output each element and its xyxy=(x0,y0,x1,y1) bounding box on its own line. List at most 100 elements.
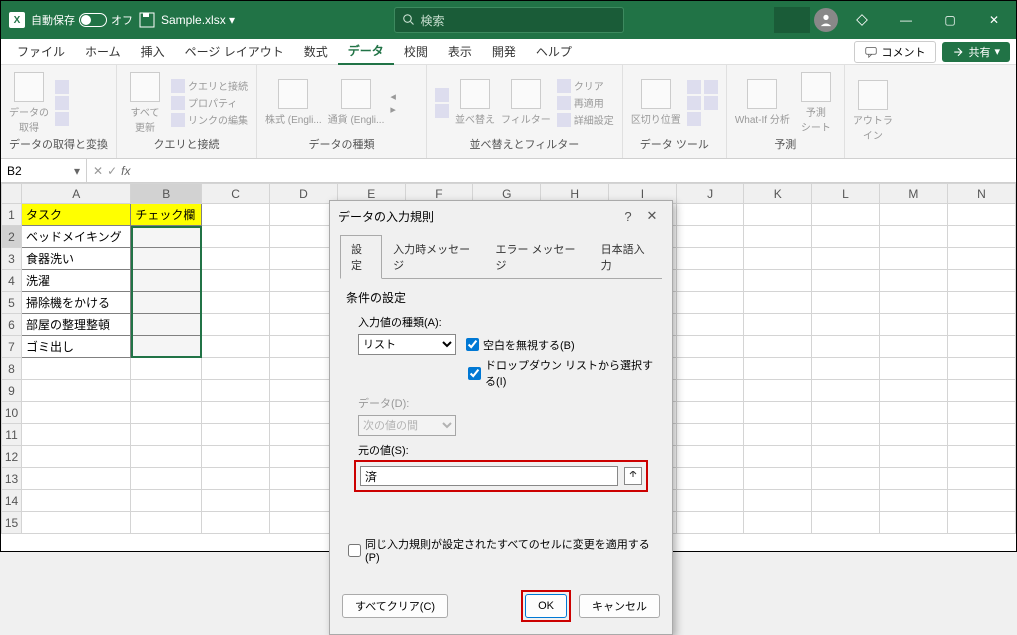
cell-D10[interactable] xyxy=(270,402,338,424)
cell-L4[interactable] xyxy=(812,270,880,292)
enter-fx-icon[interactable]: ✓ xyxy=(107,164,117,178)
column-header-L[interactable]: L xyxy=(812,184,880,204)
forecast-button[interactable]: 予測 シート xyxy=(796,72,836,134)
save-icon[interactable] xyxy=(139,12,155,28)
cell-C4[interactable] xyxy=(202,270,270,292)
cell-B2[interactable] xyxy=(131,226,202,248)
cell-C2[interactable] xyxy=(202,226,270,248)
column-header-N[interactable]: N xyxy=(947,184,1015,204)
cell-M15[interactable] xyxy=(879,512,947,534)
cell-A6[interactable]: 部屋の整理整頓 xyxy=(22,314,131,336)
ok-button[interactable]: OK xyxy=(525,594,567,618)
row-header-11[interactable]: 11 xyxy=(2,424,22,446)
cell-L7[interactable] xyxy=(812,336,880,358)
cell-B14[interactable] xyxy=(131,490,202,512)
edit-links[interactable]: リンクの編集 xyxy=(171,112,248,127)
row-header-3[interactable]: 3 xyxy=(2,248,22,270)
cell-C12[interactable] xyxy=(202,446,270,468)
row-header-9[interactable]: 9 xyxy=(2,380,22,402)
tab-insert[interactable]: 挿入 xyxy=(131,39,175,64)
cancel-fx-icon[interactable]: ✕ xyxy=(93,164,103,178)
cell-J7[interactable] xyxy=(676,336,744,358)
column-header-K[interactable]: K xyxy=(744,184,812,204)
cell-L2[interactable] xyxy=(812,226,880,248)
column-header-C[interactable]: C xyxy=(202,184,270,204)
cell-B7[interactable] xyxy=(131,336,202,358)
cell-J10[interactable] xyxy=(676,402,744,424)
ignore-blank-checkbox[interactable] xyxy=(466,338,479,351)
cell-D15[interactable] xyxy=(270,512,338,534)
cell-A4[interactable]: 洗濯 xyxy=(22,270,131,292)
cell-B1[interactable]: チェック欄 xyxy=(131,204,202,226)
cell-C11[interactable] xyxy=(202,424,270,446)
cell-B5[interactable] xyxy=(131,292,202,314)
cell-D6[interactable] xyxy=(270,314,338,336)
cell-C8[interactable] xyxy=(202,358,270,380)
cell-A14[interactable] xyxy=(22,490,131,512)
row-header-15[interactable]: 15 xyxy=(2,512,22,534)
row-header-1[interactable]: 1 xyxy=(2,204,22,226)
cell-L10[interactable] xyxy=(812,402,880,424)
tab-help[interactable]: ヘルプ xyxy=(526,39,582,64)
cell-K6[interactable] xyxy=(744,314,812,336)
cell-B11[interactable] xyxy=(131,424,202,446)
close-icon[interactable]: ✕ xyxy=(640,208,664,224)
cell-J14[interactable] xyxy=(676,490,744,512)
range-picker-icon[interactable] xyxy=(624,467,642,485)
cell-M3[interactable] xyxy=(879,248,947,270)
queries-connections[interactable]: クエリと接続 xyxy=(171,78,248,93)
cell-C13[interactable] xyxy=(202,468,270,490)
cell-B12[interactable] xyxy=(131,446,202,468)
cell-M7[interactable] xyxy=(879,336,947,358)
cell-J8[interactable] xyxy=(676,358,744,380)
cell-B13[interactable] xyxy=(131,468,202,490)
row-header-4[interactable]: 4 xyxy=(2,270,22,292)
in-cell-dropdown-checkbox[interactable] xyxy=(468,367,481,380)
account-block[interactable] xyxy=(774,7,810,33)
dialog-tab-settings[interactable]: 設定 xyxy=(340,235,382,279)
cell-K11[interactable] xyxy=(744,424,812,446)
cell-N2[interactable] xyxy=(947,226,1015,248)
cell-N3[interactable] xyxy=(947,248,1015,270)
cell-C9[interactable] xyxy=(202,380,270,402)
cell-K9[interactable] xyxy=(744,380,812,402)
tab-review[interactable]: 校閲 xyxy=(394,39,438,64)
cancel-button[interactable]: キャンセル xyxy=(579,594,660,618)
allow-select[interactable]: リスト xyxy=(358,334,456,355)
restore-button[interactable]: ▢ xyxy=(930,2,970,38)
cell-D4[interactable] xyxy=(270,270,338,292)
cell-K5[interactable] xyxy=(744,292,812,314)
cell-M2[interactable] xyxy=(879,226,947,248)
cell-K7[interactable] xyxy=(744,336,812,358)
cell-D12[interactable] xyxy=(270,446,338,468)
cell-N13[interactable] xyxy=(947,468,1015,490)
cell-A9[interactable] xyxy=(22,380,131,402)
cell-K15[interactable] xyxy=(744,512,812,534)
cell-B3[interactable] xyxy=(131,248,202,270)
cell-K8[interactable] xyxy=(744,358,812,380)
cell-M6[interactable] xyxy=(879,314,947,336)
cell-C6[interactable] xyxy=(202,314,270,336)
cell-J4[interactable] xyxy=(676,270,744,292)
search-box[interactable]: 検索 xyxy=(394,7,624,33)
cell-A5[interactable]: 掃除機をかける xyxy=(22,292,131,314)
cell-M9[interactable] xyxy=(879,380,947,402)
cell-A3[interactable]: 食器洗い xyxy=(22,248,131,270)
cell-D2[interactable] xyxy=(270,226,338,248)
apply-all-checkbox[interactable] xyxy=(348,544,361,557)
cell-A12[interactable] xyxy=(22,446,131,468)
column-header-D[interactable]: D xyxy=(270,184,338,204)
select-all-corner[interactable] xyxy=(2,184,22,204)
close-button[interactable]: ✕ xyxy=(974,2,1014,38)
cell-L9[interactable] xyxy=(812,380,880,402)
cell-M4[interactable] xyxy=(879,270,947,292)
whatif-button[interactable]: What-If 分析 xyxy=(735,79,790,126)
cell-C1[interactable] xyxy=(202,204,270,226)
cell-C15[interactable] xyxy=(202,512,270,534)
cell-B6[interactable] xyxy=(131,314,202,336)
toggle-switch-icon[interactable] xyxy=(79,13,107,27)
cell-N5[interactable] xyxy=(947,292,1015,314)
tab-file[interactable]: ファイル xyxy=(7,39,75,64)
cell-M10[interactable] xyxy=(879,402,947,424)
clear-all-button[interactable]: すべてクリア(C) xyxy=(342,594,448,618)
